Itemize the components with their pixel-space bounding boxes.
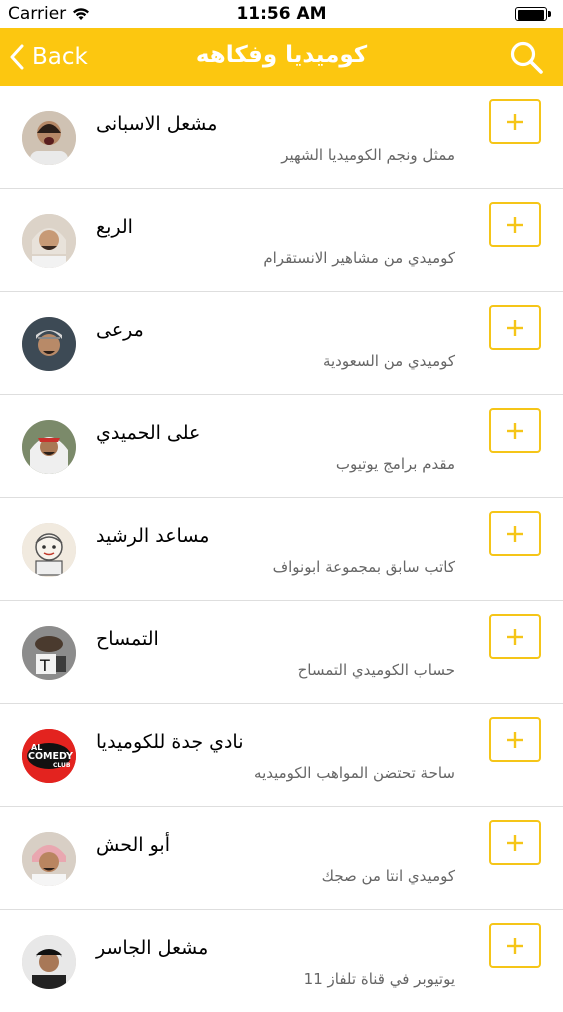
contact-description: ممثل ونجم الكوميديا الشهير bbox=[281, 146, 455, 164]
contact-description: مقدم برامج يوتيوب bbox=[335, 455, 455, 473]
plus-icon bbox=[507, 319, 523, 336]
contact-name: التمساح bbox=[96, 628, 159, 650]
comedy-club-logo: AL COMEDY CLUB bbox=[22, 729, 76, 783]
contact-description: حساب الكوميدي التمساح bbox=[297, 661, 455, 679]
contact-description: كاتب سابق بمجموعة ابونواف bbox=[272, 558, 455, 576]
avatar bbox=[22, 420, 76, 474]
contact-description: كوميدي من السعودية bbox=[322, 352, 455, 370]
contact-name: مشعل الجاسر bbox=[96, 937, 209, 959]
contact-name: أبو الحش bbox=[96, 834, 170, 856]
list-item[interactable]: أبو الحش كوميدي انتا من صجك bbox=[0, 807, 563, 910]
logo-line3: CLUB bbox=[53, 762, 71, 769]
list-item[interactable]: مساعد الرشيد كاتب سابق بمجموعة ابونواف bbox=[0, 498, 563, 601]
plus-icon bbox=[507, 628, 523, 645]
avatar bbox=[22, 317, 76, 371]
list-item[interactable]: مشعل الجاسر يوتيوبر في قناة تلفاز 11 bbox=[0, 910, 563, 1012]
contact-list: مشعل الاسبانى ممثل ونجم الكوميديا الشهير… bbox=[0, 86, 563, 1012]
logo-line2: COMEDY bbox=[28, 751, 73, 762]
plus-icon bbox=[507, 731, 523, 748]
contact-name: مرعى bbox=[96, 319, 144, 341]
status-time: 11:56 AM bbox=[236, 4, 327, 24]
avatar bbox=[22, 214, 76, 268]
plus-icon bbox=[507, 113, 523, 130]
add-button[interactable] bbox=[489, 202, 541, 247]
plus-icon bbox=[507, 834, 523, 851]
contact-description: كوميدي من مشاهير الانستقرام bbox=[263, 249, 455, 267]
avatar bbox=[22, 832, 76, 886]
navigation-bar: Back كوميديا وفكاهه bbox=[0, 28, 563, 86]
plus-icon bbox=[507, 525, 523, 542]
contact-name: مساعد الرشيد bbox=[96, 525, 210, 547]
avatar bbox=[22, 523, 76, 577]
search-icon[interactable] bbox=[509, 40, 545, 76]
list-item[interactable]: AL COMEDY CLUB نادي جدة للكوميديا ساحة ت… bbox=[0, 704, 563, 807]
plus-icon bbox=[507, 937, 523, 954]
list-item[interactable]: الربع كوميدي من مشاهير الانستقرام bbox=[0, 189, 563, 292]
add-button[interactable] bbox=[489, 717, 541, 762]
contact-name: الربع bbox=[96, 216, 133, 238]
add-button[interactable] bbox=[489, 408, 541, 453]
plus-icon bbox=[507, 422, 523, 439]
contact-description: كوميدي انتا من صجك bbox=[321, 867, 455, 885]
list-item[interactable]: على الحميدي مقدم برامج يوتيوب bbox=[0, 395, 563, 498]
add-button[interactable] bbox=[489, 820, 541, 865]
contact-name: على الحميدي bbox=[96, 422, 201, 444]
list-item[interactable]: T التمساح حساب الكوميدي التمساح bbox=[0, 601, 563, 704]
avatar bbox=[22, 111, 76, 165]
battery-icon bbox=[515, 7, 553, 23]
add-button[interactable] bbox=[489, 511, 541, 556]
list-item[interactable]: مرعى كوميدي من السعودية bbox=[0, 292, 563, 395]
svg-text:T: T bbox=[39, 656, 50, 675]
contact-description: يوتيوبر في قناة تلفاز 11 bbox=[303, 970, 455, 988]
status-bar: Carrier 11:56 AM bbox=[0, 0, 563, 28]
avatar bbox=[22, 935, 76, 989]
list-item[interactable]: مشعل الاسبانى ممثل ونجم الكوميديا الشهير bbox=[0, 86, 563, 189]
add-button[interactable] bbox=[489, 923, 541, 968]
add-button[interactable] bbox=[489, 99, 541, 144]
contact-description: ساحة تحتضن المواهب الكوميديه bbox=[254, 764, 455, 782]
contact-name: مشعل الاسبانى bbox=[96, 113, 218, 135]
contact-name: نادي جدة للكوميديا bbox=[96, 731, 244, 753]
add-button[interactable] bbox=[489, 614, 541, 659]
add-button[interactable] bbox=[489, 305, 541, 350]
avatar: T bbox=[22, 626, 76, 680]
page-title: كوميديا وفكاهه bbox=[195, 42, 368, 68]
plus-icon bbox=[507, 216, 523, 233]
